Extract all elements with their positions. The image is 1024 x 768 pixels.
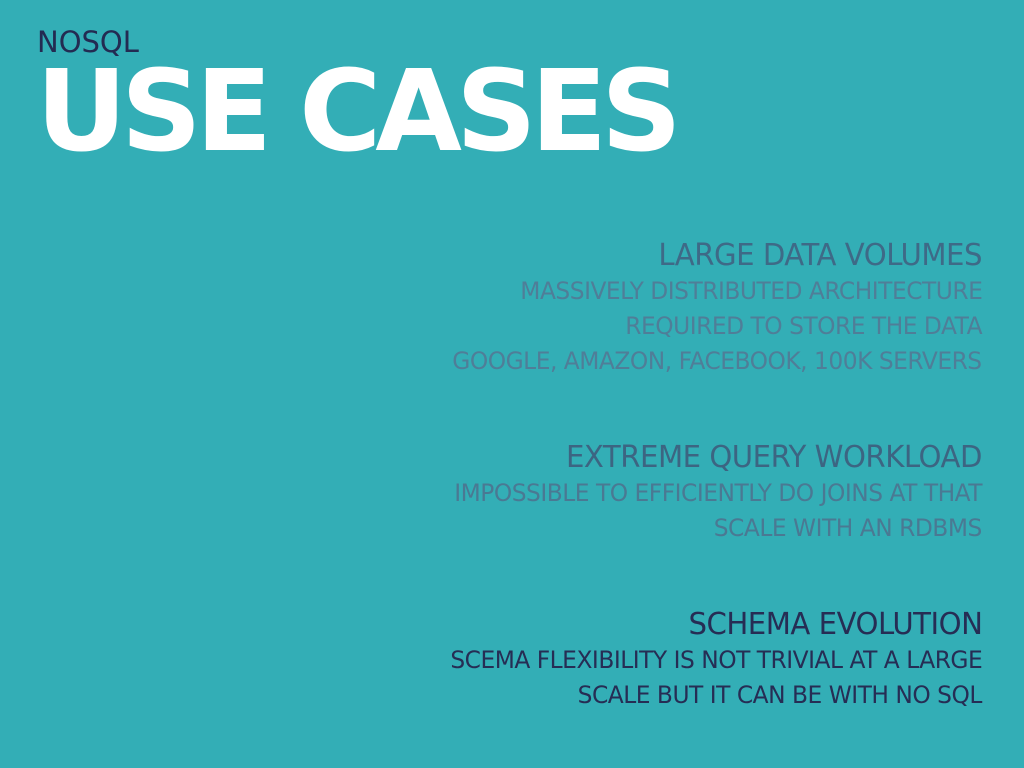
section-line: GOOGLE, AMAZON, FACEBOOK, 100K SERVERS bbox=[452, 347, 983, 375]
section-schema-evolution: SCHEMA EVOLUTION SCEMA FLEXIBILITY IS NO… bbox=[262, 607, 982, 713]
section-line: SCALE BUT IT CAN BE WITH NO SQL bbox=[577, 681, 983, 709]
section-extreme-query-workload: EXTREME QUERY WORKLOAD IMPOSSIBLE TO EFF… bbox=[262, 440, 982, 546]
section-large-data-volumes: LARGE DATA VOLUMES MASSIVELY DISTRIBUTED… bbox=[262, 238, 983, 379]
slide: NOSQL USE CASES LARGE DATA VOLUMES MASSI… bbox=[0, 0, 1024, 768]
section-line: SCALE WITH AN RDBMS bbox=[713, 514, 983, 542]
section-line: REQUIRED TO STORE THE DATA bbox=[625, 312, 982, 340]
section-line: MASSIVELY DISTRIBUTED ARCHITECTURE bbox=[519, 277, 983, 305]
section-line: IMPOSSIBLE TO EFFICIENTLY DO JOINS AT TH… bbox=[454, 479, 982, 507]
section-heading: LARGE DATA VOLUMES bbox=[658, 238, 982, 273]
section-heading: EXTREME QUERY WORKLOAD bbox=[566, 440, 982, 475]
slide-title: USE CASES bbox=[36, 47, 682, 177]
section-line: SCEMA FLEXIBILITY IS NOT TRIVIAL AT A LA… bbox=[450, 646, 982, 674]
section-heading: SCHEMA EVOLUTION bbox=[688, 607, 982, 642]
